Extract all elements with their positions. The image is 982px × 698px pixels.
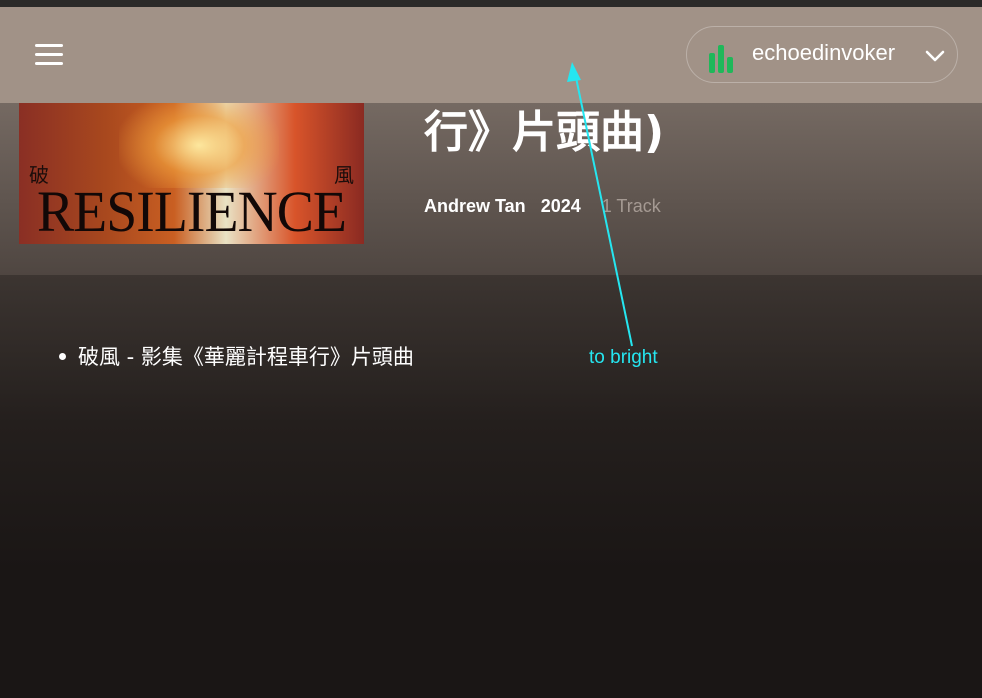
- annotation-label: to bright: [589, 347, 658, 368]
- content-background: [0, 275, 982, 698]
- track-title: 破風 - 影集《華麗計程車行》片頭曲: [78, 345, 414, 369]
- chevron-down-icon: [925, 50, 945, 62]
- album-artist[interactable]: Andrew Tan: [424, 196, 526, 216]
- menu-line-icon: [35, 53, 63, 56]
- album-year: 2024: [540, 196, 581, 216]
- window-top-strip: [0, 0, 982, 7]
- album-meta: Andrew Tan 2024 1 Track: [424, 196, 661, 217]
- cover-word: RESILIENCE: [37, 179, 347, 244]
- cover-art-glow: [119, 103, 279, 188]
- menu-line-icon: [35, 44, 63, 47]
- album-track-count: 1 Track: [601, 196, 661, 216]
- username: echoedinvoker: [752, 40, 896, 65]
- user-menu-button[interactable]: echoedinvoker: [686, 26, 958, 83]
- track-list: 破風 - 影集《華麗計程車行》片頭曲: [59, 342, 414, 372]
- menu-line-icon: [35, 62, 63, 65]
- hamburger-menu-button[interactable]: [35, 44, 63, 66]
- album-title: 行》片頭曲): [424, 107, 665, 158]
- top-header: echoedinvoker: [0, 7, 982, 103]
- list-item[interactable]: 破風 - 影集《華麗計程車行》片頭曲: [59, 342, 414, 372]
- app-logo-icon: [709, 45, 733, 73]
- album-cover: 破 風 RESILIENCE: [19, 103, 364, 244]
- bullet-icon: [59, 352, 66, 360]
